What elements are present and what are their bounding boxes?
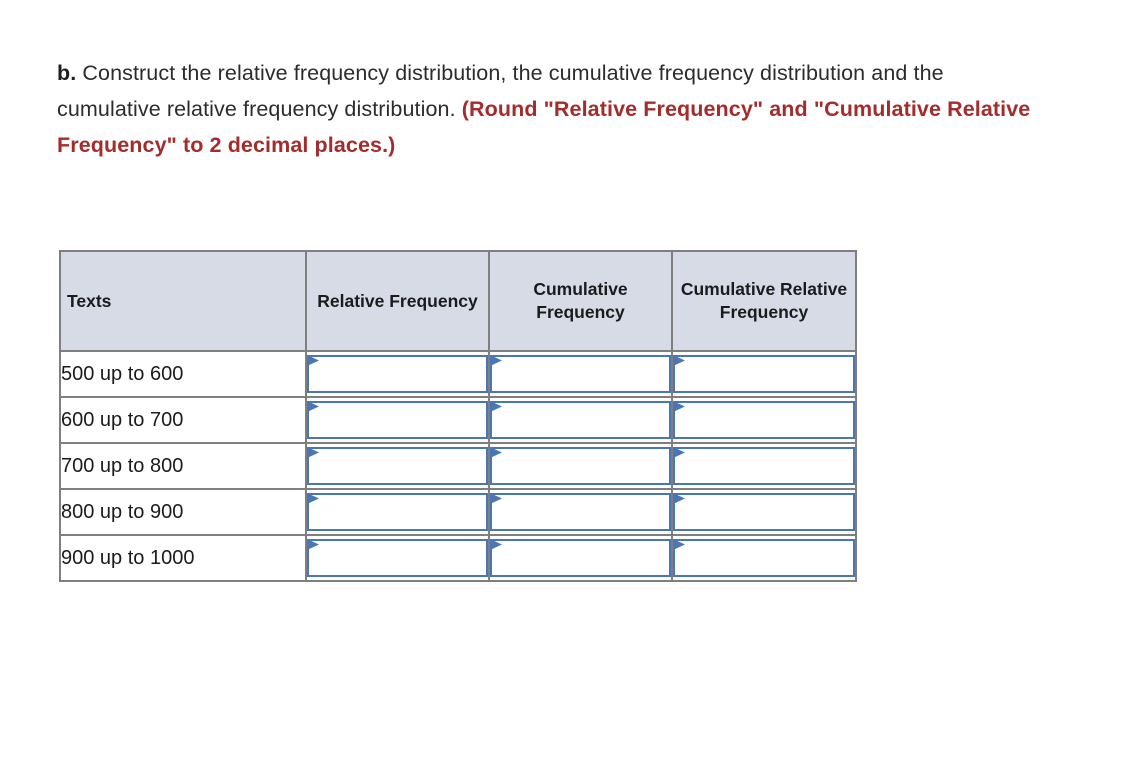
row-label-900-1000: 900 up to 1000 — [59, 534, 307, 582]
header-row: Texts Relative Frequency Cumulative Freq… — [59, 250, 857, 352]
cell-relative-frequency-row-5[interactable] — [305, 534, 490, 582]
table-row: 600 up to 700 — [59, 396, 857, 444]
cell-relative-frequency-row-4[interactable] — [305, 488, 490, 536]
input-cumulative-relative-frequency-row-3[interactable] — [673, 447, 855, 485]
cell-cumulative-frequency-row-3[interactable] — [488, 442, 673, 490]
input-wrapper — [673, 401, 855, 439]
cell-relative-frequency-row-3[interactable] — [305, 442, 490, 490]
row-label-700-800: 700 up to 800 — [59, 442, 307, 490]
input-wrapper — [307, 539, 488, 577]
input-cumulative-relative-frequency-row-1[interactable] — [673, 355, 855, 393]
cell-cumulative-frequency-row-4[interactable] — [488, 488, 673, 536]
column-header-texts: Texts — [59, 250, 307, 352]
input-wrapper — [490, 447, 671, 485]
input-cumulative-frequency-row-4[interactable] — [490, 493, 671, 531]
input-wrapper — [307, 493, 488, 531]
row-label-500-600: 500 up to 600 — [59, 350, 307, 398]
input-wrapper — [307, 447, 488, 485]
question-text: b. Construct the relative frequency dist… — [57, 55, 1032, 163]
cell-cumulative-relative-frequency-row-3[interactable] — [671, 442, 857, 490]
input-wrapper — [490, 539, 671, 577]
input-cumulative-frequency-row-5[interactable] — [490, 539, 671, 577]
input-relative-frequency-row-1[interactable] — [307, 355, 488, 393]
table-body: 500 up to 600 600 up to 700 700 up to 80… — [59, 350, 857, 582]
question-prompt: b. Construct the relative frequency dist… — [57, 55, 1032, 163]
frequency-distribution-table: Texts Relative Frequency Cumulative Freq… — [59, 250, 857, 582]
row-label-800-900: 800 up to 900 — [59, 488, 307, 536]
input-cumulative-frequency-row-3[interactable] — [490, 447, 671, 485]
column-header-cumulative-relative-frequency: Cumulative Relative Frequency — [671, 250, 857, 352]
input-wrapper — [490, 493, 671, 531]
question-label: b. — [57, 61, 77, 85]
input-relative-frequency-row-5[interactable] — [307, 539, 488, 577]
input-wrapper — [673, 539, 855, 577]
input-wrapper — [673, 355, 855, 393]
table-row: 800 up to 900 — [59, 488, 857, 536]
cell-relative-frequency-row-1[interactable] — [305, 350, 490, 398]
input-cumulative-frequency-row-2[interactable] — [490, 401, 671, 439]
input-wrapper — [307, 401, 488, 439]
input-cumulative-relative-frequency-row-5[interactable] — [673, 539, 855, 577]
column-header-relative-frequency: Relative Frequency — [305, 250, 490, 352]
cell-cumulative-frequency-row-1[interactable] — [488, 350, 673, 398]
input-wrapper — [673, 447, 855, 485]
table-header: Texts Relative Frequency Cumulative Freq… — [59, 250, 857, 352]
cell-cumulative-frequency-row-2[interactable] — [488, 396, 673, 444]
input-cumulative-frequency-row-1[interactable] — [490, 355, 671, 393]
input-wrapper — [307, 355, 488, 393]
column-header-cumulative-frequency: Cumulative Frequency — [488, 250, 673, 352]
cell-relative-frequency-row-2[interactable] — [305, 396, 490, 444]
input-cumulative-relative-frequency-row-2[interactable] — [673, 401, 855, 439]
input-relative-frequency-row-4[interactable] — [307, 493, 488, 531]
cell-cumulative-relative-frequency-row-1[interactable] — [671, 350, 857, 398]
table-row: 900 up to 1000 — [59, 534, 857, 582]
input-relative-frequency-row-2[interactable] — [307, 401, 488, 439]
input-relative-frequency-row-3[interactable] — [307, 447, 488, 485]
table-row: 500 up to 600 — [59, 350, 857, 398]
input-wrapper — [490, 401, 671, 439]
cell-cumulative-relative-frequency-row-5[interactable] — [671, 534, 857, 582]
input-wrapper — [673, 493, 855, 531]
cell-cumulative-frequency-row-5[interactable] — [488, 534, 673, 582]
row-label-600-700: 600 up to 700 — [59, 396, 307, 444]
table-row: 700 up to 800 — [59, 442, 857, 490]
input-wrapper — [490, 355, 671, 393]
input-cumulative-relative-frequency-row-4[interactable] — [673, 493, 855, 531]
cell-cumulative-relative-frequency-row-2[interactable] — [671, 396, 857, 444]
cell-cumulative-relative-frequency-row-4[interactable] — [671, 488, 857, 536]
